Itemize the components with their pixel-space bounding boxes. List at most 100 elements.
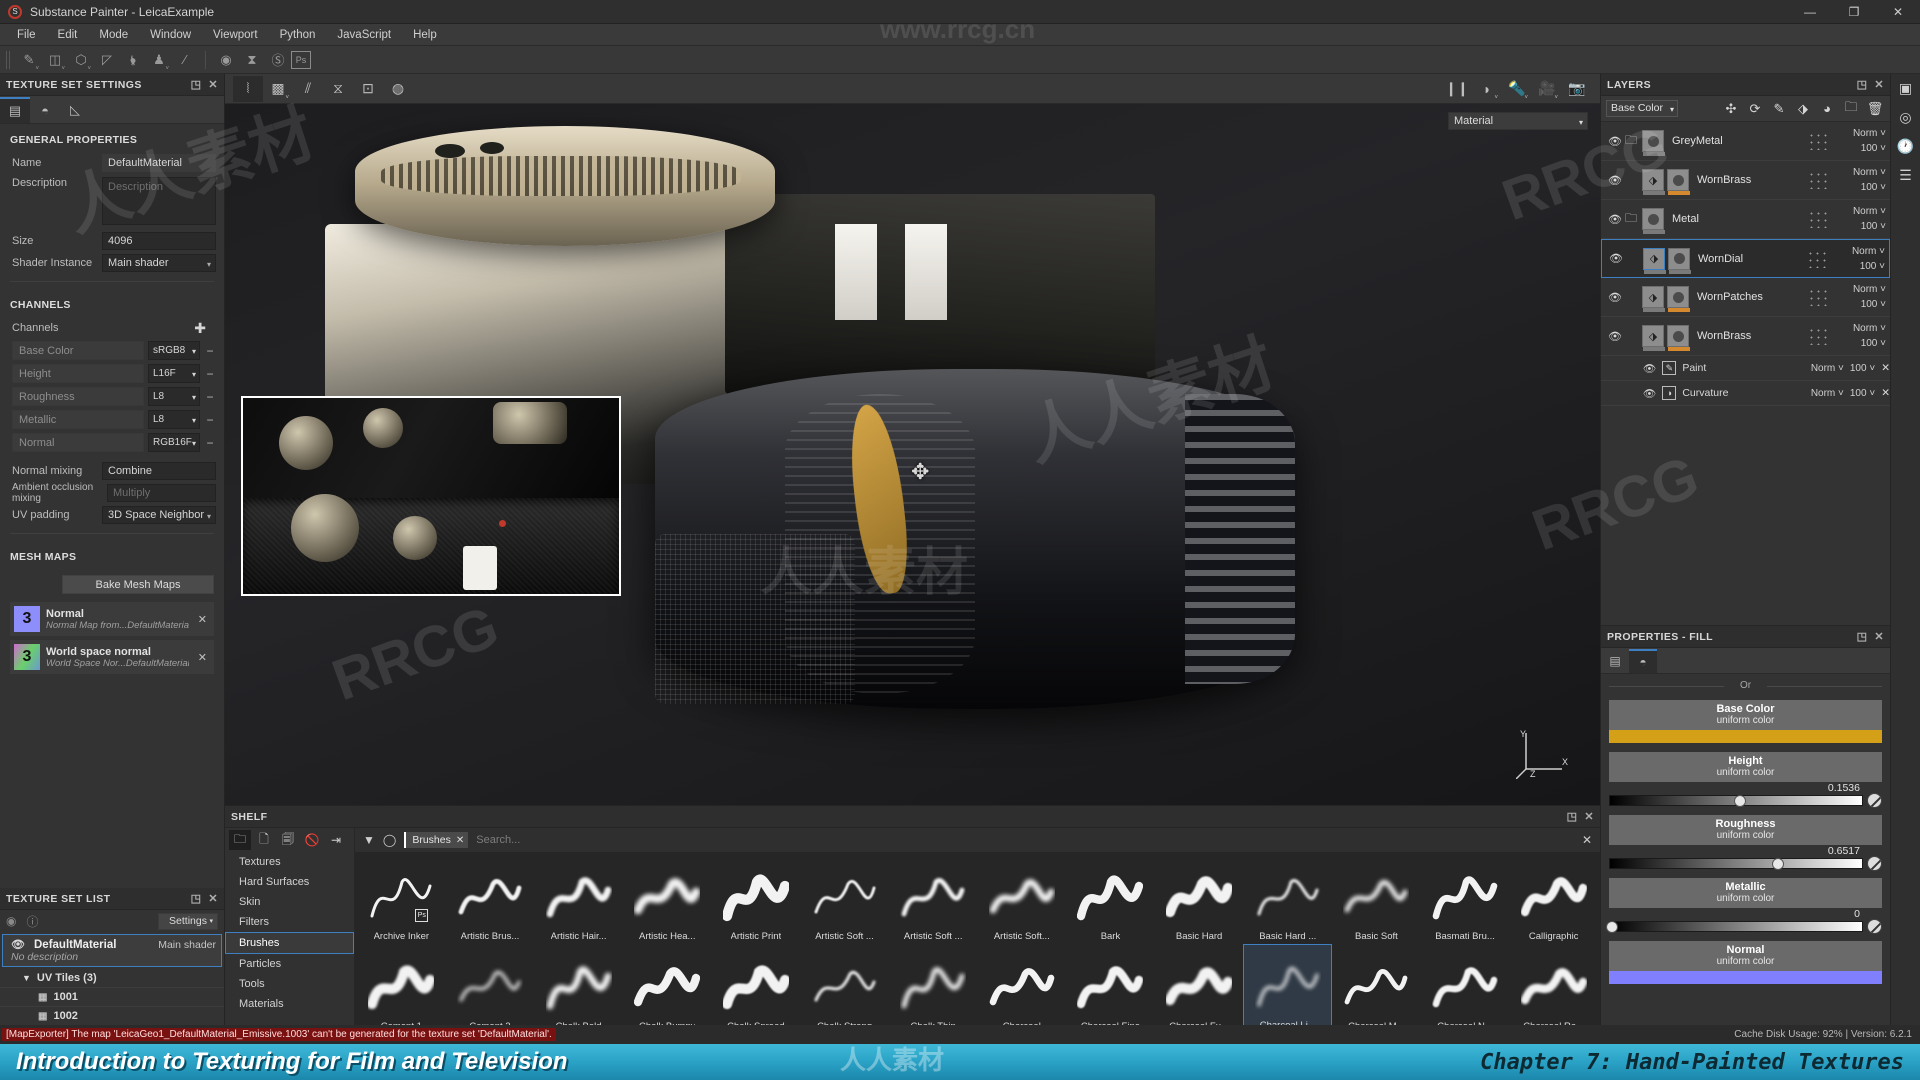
layer-opacity[interactable]: 100 ˅ bbox=[1830, 297, 1886, 312]
symmetry-icon[interactable]: ⫽ bbox=[293, 76, 323, 102]
channel-format-dropdown[interactable]: RGB16F▾ bbox=[148, 433, 200, 452]
shelf-category-tools[interactable]: Tools bbox=[225, 974, 354, 994]
property-slider[interactable] bbox=[1609, 795, 1882, 806]
rotate-env-icon[interactable]: ◍ bbox=[383, 76, 413, 102]
uv-tile-row[interactable]: ▦ 1002 bbox=[0, 1006, 224, 1025]
menu-edit[interactable]: Edit bbox=[47, 26, 89, 44]
import-icon[interactable]: ⇥ bbox=[325, 830, 347, 850]
shelf-item[interactable]: Chalk Strong bbox=[800, 944, 889, 1025]
mirror-icon[interactable]: ⧖ bbox=[323, 76, 353, 102]
layer-blend-mode[interactable]: Norm ˅ bbox=[1830, 165, 1886, 180]
light-icon[interactable]: 🔦˅ bbox=[1502, 76, 1532, 102]
shelf-item[interactable]: Chalk Thin bbox=[889, 944, 978, 1025]
undock-icon[interactable]: ◳ bbox=[1857, 78, 1868, 91]
material-dropdown[interactable]: Material ▾ bbox=[1448, 112, 1588, 130]
property-slider[interactable] bbox=[1609, 858, 1882, 869]
mesh-map-item[interactable]: 3 World space normal World Space Nor...D… bbox=[10, 640, 214, 674]
reference-image[interactable] bbox=[241, 396, 621, 596]
fill-layer-icon[interactable]: ⬗ bbox=[1793, 99, 1813, 119]
shelf-item[interactable]: Charcoal M... bbox=[1332, 944, 1421, 1025]
fill-thumbnail[interactable]: ⬗ bbox=[1642, 286, 1664, 308]
photoshop-icon[interactable]: Ps bbox=[291, 51, 311, 69]
layer-opacity[interactable]: 100 ˅ bbox=[1830, 180, 1886, 195]
filter-chip-brushes[interactable]: Brushes ✕ bbox=[404, 832, 468, 848]
environment-icon[interactable]: ◎ bbox=[1899, 109, 1911, 126]
close-button[interactable]: ✕ bbox=[1876, 0, 1920, 24]
layer-blend-mode[interactable]: Norm ˅ bbox=[1829, 244, 1885, 259]
shelf-item[interactable]: Chalk Spread bbox=[712, 944, 801, 1025]
layer-thumbnail[interactable] bbox=[1642, 130, 1664, 152]
shelf-item[interactable]: Artistic Soft ... bbox=[800, 854, 889, 944]
normal-mixing-value[interactable]: Combine bbox=[102, 462, 216, 480]
shelf-item[interactable]: Charcoal Ra... bbox=[1509, 944, 1598, 1025]
menu-javascript[interactable]: JavaScript bbox=[326, 26, 402, 44]
color-picker-icon[interactable] bbox=[1867, 793, 1882, 808]
channel-format-dropdown[interactable]: L16F▾ bbox=[148, 364, 200, 383]
new-icon[interactable]: 🗋 bbox=[253, 830, 275, 850]
add-channel-button[interactable]: ✚ bbox=[194, 320, 216, 337]
shelf-item[interactable]: Basic Hard bbox=[1155, 854, 1244, 944]
eyedropper-icon[interactable]: ⁄ bbox=[172, 48, 198, 72]
toolbar-grip[interactable] bbox=[6, 51, 12, 69]
material-tab[interactable]: ▤ bbox=[1601, 649, 1629, 673]
shelf-item[interactable]: Charcoal Li... bbox=[1243, 944, 1332, 1025]
eye-icon[interactable]: 👁 bbox=[1605, 135, 1625, 148]
filter-icon[interactable]: ▼ bbox=[363, 833, 375, 847]
close-icon[interactable]: ✕ bbox=[1874, 630, 1884, 643]
menu-python[interactable]: Python bbox=[269, 26, 327, 44]
shelf-item[interactable]: Artistic Hea... bbox=[623, 854, 712, 944]
shelf-item[interactable]: Bark bbox=[1066, 854, 1155, 944]
folder-icon[interactable]: 🗀 bbox=[1625, 131, 1642, 152]
shader-tab[interactable]: ◓ bbox=[30, 97, 60, 123]
layer-row[interactable]: 👁⬗WornDialNorm ˅100 ˅ bbox=[1601, 239, 1890, 278]
layer-blend-mode[interactable]: Norm ˅ bbox=[1830, 282, 1886, 297]
mask-thumbnail[interactable] bbox=[1667, 169, 1689, 191]
axis-gizmo[interactable]: X Y Z bbox=[1516, 727, 1568, 779]
layer-blend-mode[interactable]: Norm ˅ bbox=[1830, 321, 1886, 336]
eye-icon[interactable]: 👁 bbox=[1606, 252, 1626, 265]
channel-format-dropdown[interactable]: L8▾ bbox=[148, 410, 200, 429]
mesh-map-item[interactable]: 3 Normal Normal Map from...DefaultMateri… bbox=[10, 602, 214, 636]
close-icon[interactable]: ✕ bbox=[208, 892, 218, 905]
mask-tab[interactable]: ◓ bbox=[1629, 649, 1657, 673]
shelf-category-brushes[interactable]: Brushes bbox=[225, 932, 354, 954]
remove-mesh-map-icon[interactable]: ✕ bbox=[195, 651, 210, 664]
geometry-fill-icon[interactable]: ◸ bbox=[94, 48, 120, 72]
hourglass-icon[interactable]: ⧗ bbox=[239, 48, 265, 72]
3d-viewport[interactable]: ✥ Material ▾ bbox=[225, 104, 1600, 805]
projection-icon[interactable]: ⬡˅ bbox=[68, 48, 94, 72]
layer-row[interactable]: 👁⬗WornBrassNorm ˅100 ˅ bbox=[1601, 161, 1890, 200]
close-icon[interactable]: ✕ bbox=[1584, 810, 1594, 823]
uv-padding-dropdown[interactable]: 3D Space Neighbor ▾ bbox=[102, 506, 216, 524]
clone-stamp-icon[interactable]: ♟˅ bbox=[146, 48, 172, 72]
shelf-item[interactable]: Basic Soft bbox=[1332, 854, 1421, 944]
size-dropdown[interactable]: 4096 bbox=[102, 232, 216, 250]
channel-format-dropdown[interactable]: sRGB8▾ bbox=[148, 341, 200, 360]
refresh-icon[interactable]: ◯ bbox=[383, 833, 396, 847]
undock-icon[interactable]: ◳ bbox=[191, 892, 202, 905]
menu-file[interactable]: File bbox=[6, 26, 47, 44]
shelf-item[interactable]: Charcoal bbox=[978, 944, 1067, 1025]
bake-mesh-maps-button[interactable]: Bake Mesh Maps bbox=[62, 575, 214, 594]
layer-thumbnail[interactable] bbox=[1642, 208, 1664, 230]
uv-tile-row[interactable]: ▦ 1001 bbox=[0, 987, 224, 1006]
visibility-toggle-icon[interactable]: ◉ bbox=[6, 914, 16, 928]
layer-opacity[interactable]: 100 ˅ bbox=[1830, 336, 1886, 351]
eye-icon[interactable]: 👁 bbox=[1605, 291, 1625, 304]
hide-icon[interactable]: 🚫 bbox=[301, 830, 323, 850]
property-channel-header[interactable]: Base Coloruniform color bbox=[1609, 700, 1882, 730]
sub-layer-opacity[interactable]: 100 ˅ bbox=[1850, 388, 1875, 399]
paint-layer-icon[interactable]: ✎ bbox=[1769, 99, 1789, 119]
property-channel-header[interactable]: Heightuniform color bbox=[1609, 752, 1882, 782]
folder-icon[interactable]: 🗀 bbox=[229, 830, 251, 850]
tiling-icon[interactable]: ⊡ bbox=[353, 76, 383, 102]
color-swatch[interactable] bbox=[1609, 730, 1882, 743]
layer-blend-mode[interactable]: Norm ˅ bbox=[1830, 126, 1886, 141]
shelf-item[interactable]: Cement 2 bbox=[446, 944, 535, 1025]
property-channel-header[interactable]: Metallicuniform color bbox=[1609, 878, 1882, 908]
close-icon[interactable]: ✕ bbox=[1874, 78, 1884, 91]
list-icon[interactable]: 🗐 bbox=[277, 830, 299, 850]
mask-thumbnail[interactable] bbox=[1668, 248, 1690, 270]
color-swatch[interactable] bbox=[1609, 971, 1882, 984]
shelf-item[interactable]: Charcoal N... bbox=[1421, 944, 1510, 1025]
